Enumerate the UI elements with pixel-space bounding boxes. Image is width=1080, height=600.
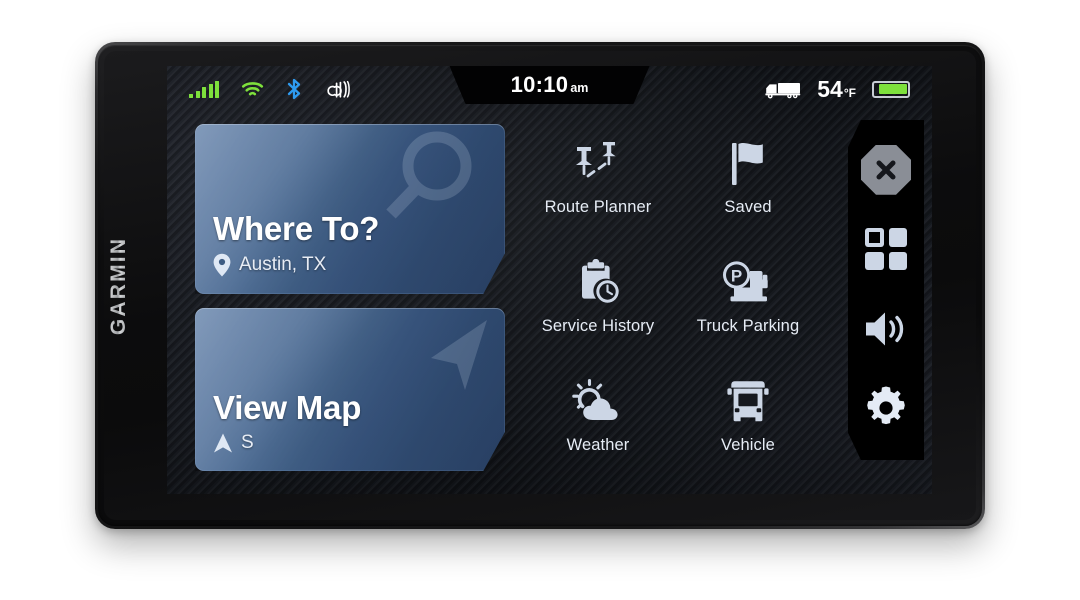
app-weather[interactable]: Weather <box>524 377 672 455</box>
sun-cloud-icon <box>571 377 625 427</box>
app-label: Route Planner <box>544 197 652 216</box>
app-vehicle[interactable]: Vehicle <box>674 377 822 455</box>
status-bar-right-group: 54 °F <box>765 66 932 112</box>
garmin-device: GARMIN 10:10 am 54 °F Where To? Austin, … <box>95 42 985 529</box>
garmin-brand-logo: GARMIN <box>107 236 130 335</box>
view-map-card-text: View Map S <box>213 391 361 454</box>
app-label: Service History <box>541 316 655 335</box>
app-label: Vehicle <box>721 436 775 455</box>
magnifier-icon <box>379 124 499 238</box>
apps-button[interactable] <box>858 221 914 277</box>
app-saved[interactable]: Saved <box>674 139 822 217</box>
app-truck-parking[interactable]: P Truck Parking <box>674 258 822 336</box>
where-to-location: Austin, TX <box>239 254 327 275</box>
signal-bars-icon <box>189 80 219 98</box>
map-pin-icon <box>213 253 231 277</box>
where-to-card[interactable]: Where To? Austin, TX <box>195 124 505 294</box>
clock-display: 10:10 am <box>449 66 650 104</box>
close-x-octagon-icon <box>861 144 911 195</box>
settings-button[interactable] <box>858 380 914 436</box>
temperature-value: 54 <box>817 75 843 102</box>
route-planner-icon <box>570 139 626 189</box>
close-button[interactable] <box>858 142 914 198</box>
app-label: Weather <box>566 436 630 455</box>
truck-parking-icon: P <box>720 258 776 308</box>
where-to-title: Where To? <box>213 210 380 248</box>
dezl-logo-icon <box>324 79 350 100</box>
view-map-subtitle-row: S <box>213 432 361 454</box>
app-service-history[interactable]: Service History <box>524 258 672 336</box>
where-to-subtitle-row: Austin, TX <box>213 253 379 277</box>
app-label: Truck Parking <box>696 316 800 335</box>
flag-icon <box>724 139 772 189</box>
clock-time: 10:10 <box>510 72 569 97</box>
app-route-planner[interactable]: Route Planner <box>524 139 672 217</box>
volume-speaker-icon <box>862 308 910 350</box>
clock-ampm: am <box>570 81 589 95</box>
bluetooth-icon <box>286 78 302 100</box>
home-screen-body: Where To? Austin, TX View Map S Route Pl… <box>167 112 932 494</box>
wifi-icon <box>241 81 264 98</box>
view-map-heading: S <box>241 432 254 453</box>
app-label: Saved <box>724 197 772 216</box>
clipboard-clock-icon <box>573 258 623 308</box>
apps-grid-icon <box>865 228 907 271</box>
temperature-display: 54 °F <box>817 76 856 103</box>
where-to-card-text: Where To? Austin, TX <box>213 212 379 277</box>
volume-button[interactable] <box>858 301 914 357</box>
temperature-unit: °F <box>843 85 856 100</box>
truck-front-icon <box>725 377 771 427</box>
view-map-title: View Map <box>213 389 362 427</box>
right-sidebar <box>848 120 924 460</box>
view-map-card[interactable]: View Map S <box>195 308 505 471</box>
truck-icon <box>765 80 801 99</box>
navigation-arrow-icon <box>387 314 497 414</box>
status-bar: 10:10 am 54 °F <box>167 66 932 112</box>
navigation-arrow-icon <box>213 432 233 454</box>
screenshot-root: GARMIN 10:10 am 54 °F Where To? Austin, … <box>0 0 1080 600</box>
status-bar-left-group <box>167 66 350 112</box>
app-grid: Route Planner Saved Service History P Tr… <box>523 118 823 476</box>
gear-icon <box>862 384 910 432</box>
battery-full-icon <box>872 80 910 98</box>
device-screen: 10:10 am 54 °F Where To? Austin, TX View… <box>167 66 932 494</box>
svg-text:P: P <box>731 267 742 286</box>
